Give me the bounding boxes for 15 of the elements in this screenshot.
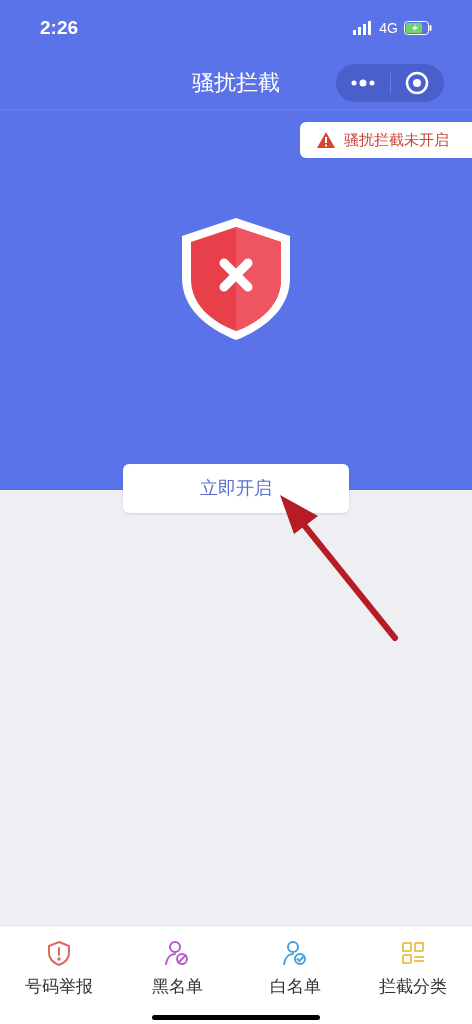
- shield-x-icon: [180, 216, 292, 342]
- network-type: 4G: [379, 18, 398, 38]
- target-icon: [405, 71, 430, 95]
- signal-icon: [353, 21, 374, 35]
- page-title: 骚扰拦截: [192, 69, 280, 97]
- enable-button[interactable]: 立即开启: [123, 464, 349, 513]
- tab-bar-item[interactable]: 拦截分类: [354, 938, 472, 1000]
- tab-bar-item[interactable]: 黑名单: [118, 938, 236, 1000]
- warning-text: 骚扰拦截未开启: [344, 129, 449, 150]
- status-time: 2:26: [40, 15, 79, 40]
- battery-icon: [404, 21, 432, 35]
- more-icon: [349, 79, 376, 87]
- tab-bar-item[interactable]: 号码举报: [0, 938, 118, 1000]
- warning-icon: [316, 131, 336, 149]
- tab-bar-item[interactable]: 白名单: [236, 938, 354, 1000]
